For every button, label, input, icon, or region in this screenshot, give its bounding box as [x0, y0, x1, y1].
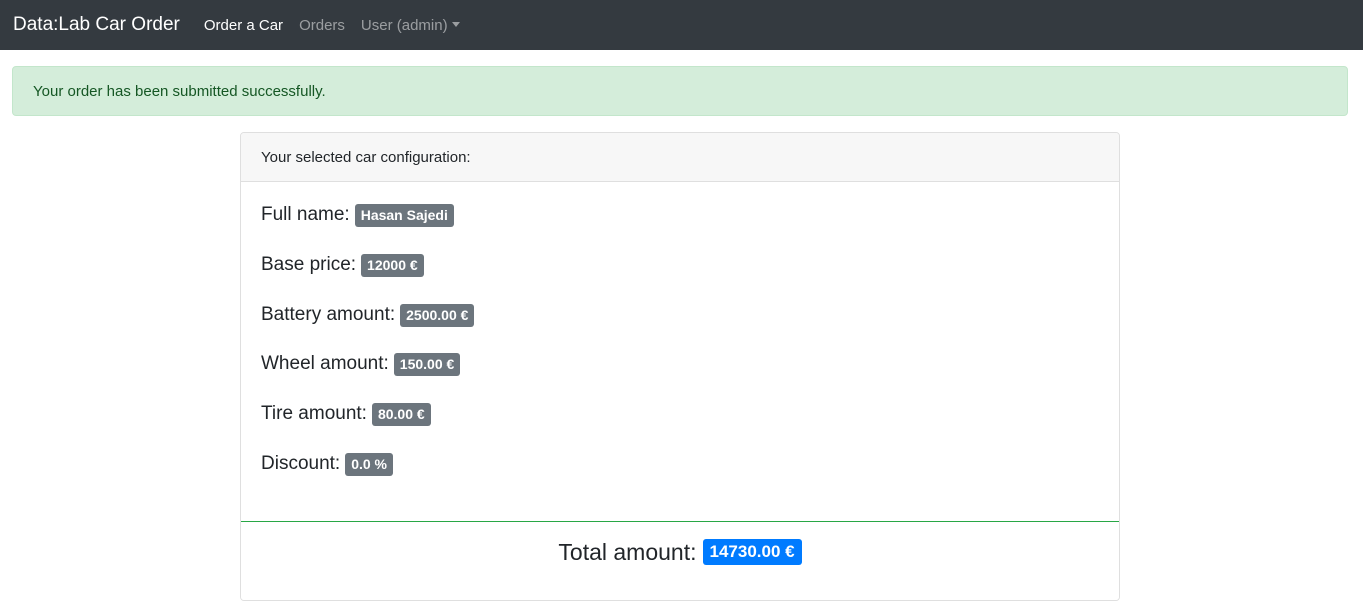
card-body: Full name: Hasan Sajedi Base price: 1200… [241, 182, 1119, 521]
discount-label: Discount: [261, 452, 341, 474]
nav-dropdown-user-label: User (admin) [360, 16, 448, 34]
battery-amount-badge: 2500.00 € [400, 303, 475, 327]
full-name-badge: Hasan Sajedi [354, 204, 454, 227]
card-footer: Total amount: 14730.00 € [241, 521, 1119, 600]
nav-link-order-car[interactable]: Order a Car [204, 17, 283, 34]
row-discount: Discount: 0.0 % [261, 449, 1099, 499]
success-alert: Your order has been submitted successful… [12, 66, 1348, 116]
wheel-amount-badge: 150.00 € [393, 353, 461, 377]
tire-amount-badge: 80.00 € [371, 403, 431, 427]
row-tire-amount: Tire amount: 80.00 € [261, 399, 1099, 449]
navbar-brand[interactable]: Data:Lab Car Order [13, 14, 180, 36]
alert-message: Your order has been submitted successful… [33, 82, 326, 100]
discount-badge: 0.0 % [345, 452, 394, 476]
row-battery-amount: Battery amount: 2500.00 € [261, 300, 1099, 350]
card-header-title: Your selected car configuration: [261, 148, 471, 166]
base-price-badge: 12000 € [361, 253, 424, 277]
battery-amount-label: Battery amount: [261, 303, 396, 325]
tire-amount-label: Tire amount: [261, 403, 367, 425]
wheel-amount-label: Wheel amount: [261, 353, 389, 375]
row-wheel-amount: Wheel amount: 150.00 € [261, 349, 1099, 399]
nav-dropdown-user[interactable]: User (admin) [361, 17, 460, 34]
navbar: Data:Lab Car Order Order a Car Orders Us… [0, 0, 1363, 50]
total-amount-badge: 14730.00 € [702, 539, 802, 565]
order-summary-card: Your selected car configuration: Full na… [240, 132, 1120, 601]
base-price-label: Base price: [261, 253, 357, 275]
full-name-label: Full name: [261, 204, 350, 225]
nav-link-orders[interactable]: Orders [299, 17, 345, 34]
row-full-name: Full name: Hasan Sajedi [261, 200, 1099, 250]
card-header: Your selected car configuration: [241, 133, 1119, 182]
caret-down-icon [451, 21, 460, 27]
row-base-price: Base price: 12000 € [261, 250, 1099, 300]
total-amount-label: Total amount: [558, 539, 697, 565]
